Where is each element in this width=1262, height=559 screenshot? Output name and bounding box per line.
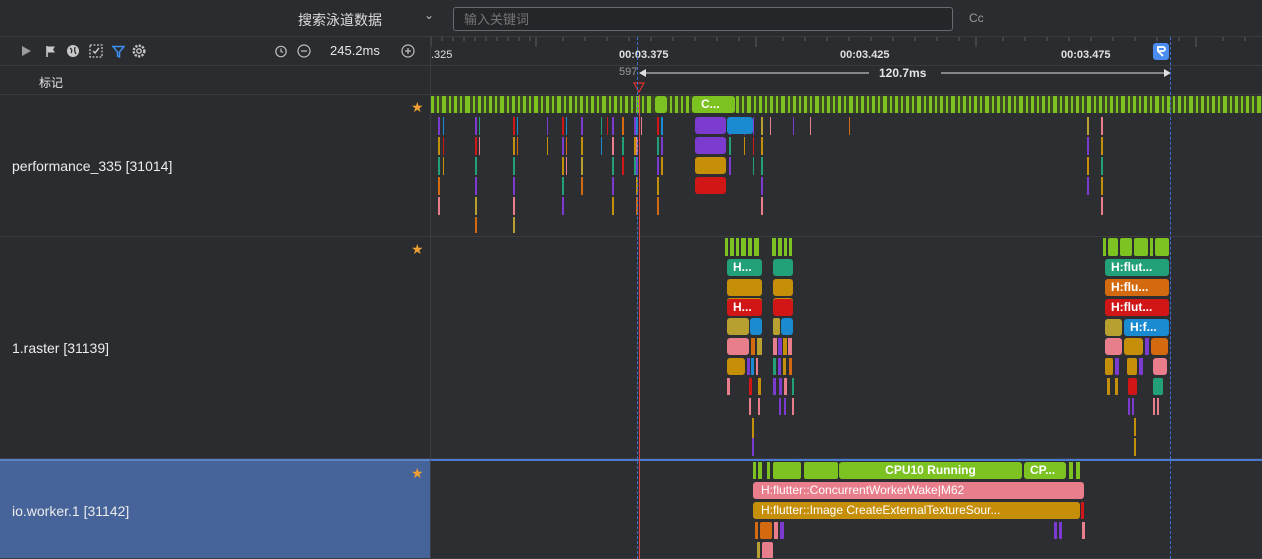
search-input[interactable] [453, 7, 953, 31]
range-row: 597 120.7ms [430, 66, 1262, 95]
trace-slice[interactable] [1081, 502, 1084, 519]
lane-label-raster[interactable]: ★ 1.raster [31139] [0, 237, 430, 459]
trace-slice[interactable]: H:flut... [1105, 299, 1169, 316]
trace-slice[interactable]: H... [727, 299, 762, 316]
trace-slice[interactable] [695, 137, 726, 154]
trace-slice[interactable] [695, 117, 726, 134]
zoom-in-icon[interactable] [400, 43, 416, 59]
trace-slice[interactable] [773, 279, 793, 296]
lane-name: io.worker.1 [31142] [12, 503, 130, 519]
zoom-level: 245.2ms [330, 43, 380, 58]
trace-slice[interactable]: H:flutter::Image CreateExternalTextureSo… [753, 502, 1080, 519]
cpu-state-strip [431, 96, 1262, 233]
flag-icon[interactable] [43, 43, 59, 59]
play-icon[interactable] [18, 43, 34, 59]
trace-slice[interactable]: H:flutter::ConcurrentWorkerWake|M62 [753, 482, 1084, 499]
star-icon[interactable]: ★ [411, 241, 424, 258]
trace-slice[interactable]: H... [727, 259, 762, 276]
cpu-slice[interactable]: C... [695, 96, 735, 113]
select-area-icon[interactable] [88, 43, 104, 59]
lane-name: 1.raster [31139] [12, 340, 110, 356]
tick-label: 00:03.375 [619, 49, 669, 61]
chevron-down-icon[interactable]: ⌄ [424, 8, 434, 22]
lane-label-io-worker[interactable]: ★ io.worker.1 [31142] [0, 459, 430, 559]
trace-slice[interactable] [1105, 319, 1122, 336]
tick-label: 00:03.475 [1061, 49, 1111, 61]
trace-slice[interactable] [695, 157, 726, 174]
tick-label: .325 [431, 49, 453, 61]
cursor-line [639, 95, 640, 559]
star-icon[interactable]: ★ [411, 465, 424, 482]
marker-label: 标记 [39, 76, 64, 90]
lane-name: performance_335 [31014] [12, 158, 173, 174]
toolbar: 245.2ms [0, 37, 430, 66]
trace-slice[interactable] [727, 117, 753, 134]
range-end-flag-icon[interactable] [1153, 43, 1169, 60]
filter-icon[interactable] [110, 43, 126, 59]
time-ruler[interactable]: .325 00:03.375 00:03.425 00:03.475 [430, 37, 1262, 66]
range-start-line [637, 37, 638, 559]
trace-slice[interactable]: H:flu... [1105, 279, 1169, 296]
match-case-button[interactable]: Cc [969, 11, 984, 25]
range-duration-label: 120.7ms [879, 66, 927, 80]
star-icon[interactable]: ★ [411, 99, 424, 116]
search-bar: 搜索泳道数据 ⌄ Cc [0, 0, 1262, 37]
settings-icon[interactable] [131, 43, 147, 59]
marker-row: 标记 [0, 66, 430, 95]
tick-label: 00:03.425 [840, 49, 890, 61]
globe-icon[interactable] [65, 43, 81, 59]
trace-slice[interactable] [773, 299, 793, 316]
cpu-running-slice[interactable]: CPU10 Running [839, 462, 1022, 479]
trace-slice[interactable]: H:f... [1124, 319, 1169, 336]
range-end-line [1170, 37, 1171, 559]
trace-slice[interactable] [773, 259, 793, 276]
cpu-running-slice[interactable]: CP... [1024, 462, 1066, 479]
lane-track-io-worker[interactable]: CPU10 Running CP... H:flutter::Concurren… [430, 459, 1262, 559]
timer-icon[interactable] [273, 43, 289, 59]
range-arrow [632, 69, 1171, 94]
search-scope-dropdown[interactable]: 搜索泳道数据 [298, 10, 382, 30]
zoom-out-icon[interactable] [296, 43, 312, 59]
lane-track-raster[interactable]: H... H... H:flut... H:flu... H:flut... H… [430, 237, 1262, 459]
trace-slice[interactable] [695, 177, 726, 194]
trace-slice[interactable]: H:flut... [1105, 259, 1169, 276]
lane-label-performance[interactable]: ★ performance_335 [31014] [0, 95, 430, 237]
trace-slice[interactable] [727, 279, 762, 296]
lane-track-performance[interactable]: C... [430, 95, 1262, 237]
